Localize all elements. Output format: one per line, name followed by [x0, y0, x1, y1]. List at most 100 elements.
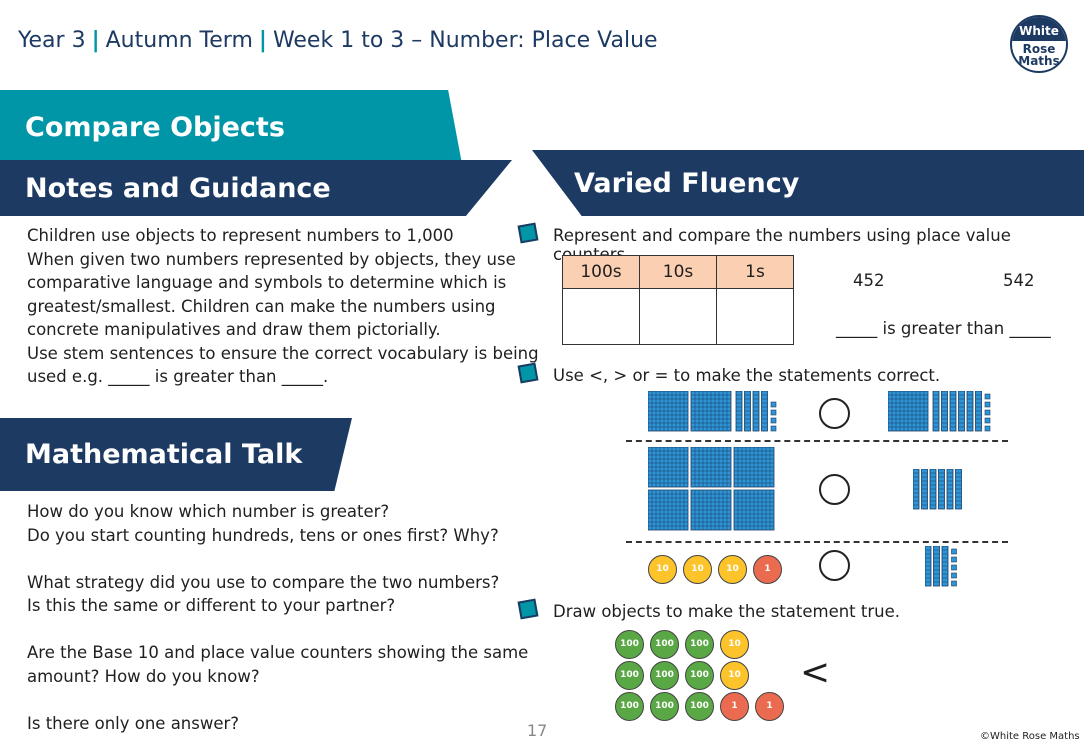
notes-heading: Notes and Guidance — [0, 160, 512, 216]
ten-rod — [955, 468, 962, 510]
column-header: 100s — [562, 255, 640, 289]
one-cube — [984, 417, 991, 424]
text-line: Children use objects to represent number… — [27, 226, 454, 245]
answer-circle[interactable] — [819, 398, 850, 429]
base10-group — [912, 468, 968, 516]
text-line — [27, 547, 528, 571]
counter-100: 100 — [650, 692, 679, 721]
counter-100: 100 — [615, 630, 644, 659]
cell[interactable] — [716, 288, 794, 345]
ten-rod — [929, 468, 937, 510]
ten-rod — [941, 390, 948, 432]
ten-rod — [949, 390, 957, 432]
base10-group — [647, 446, 783, 537]
counter-100: 100 — [650, 661, 679, 690]
one-cube — [984, 401, 991, 408]
counter-10: 10 — [683, 555, 712, 584]
ten-rod — [744, 390, 751, 432]
question-2: Use <, > or = to make the statements cor… — [553, 366, 941, 385]
counter-10: 10 — [720, 630, 749, 659]
cell[interactable] — [562, 288, 640, 345]
counter-row: 100 100 100 10 — [615, 630, 790, 661]
text-line: Is this the same or different to your pa… — [27, 596, 396, 615]
stem-sentence: _____ is greater than _____ — [836, 319, 1051, 338]
text-line: Are the Base 10 and place value counters… — [27, 643, 529, 662]
counter-1: 1 — [720, 692, 749, 721]
bullet-icon — [517, 222, 539, 244]
text-line: When given two numbers represented by ob… — [27, 249, 516, 269]
ten-rod — [932, 390, 940, 432]
counter-10: 10 — [718, 555, 747, 584]
white-rose-maths-logo: White Rose Maths — [1010, 15, 1068, 73]
talk-text: How do you know which number is greater?… — [27, 500, 528, 735]
counter-100: 100 — [685, 661, 714, 690]
divider — [626, 440, 1008, 442]
text-line: used e.g. _____ is greater than _____. — [27, 367, 329, 386]
counter-100: 100 — [685, 692, 714, 721]
week-label: Week 1 to 3 – Number: Place Value — [272, 28, 658, 53]
ten-rod — [938, 468, 945, 510]
logo-text: White — [1012, 17, 1066, 41]
hundred-flat — [690, 489, 732, 531]
text-line: What strategy did you use to compare the… — [27, 572, 500, 592]
text-line: How do you know which number is greater? — [27, 502, 390, 521]
logo-text: Maths — [1018, 54, 1060, 68]
text-line: amount? How do you know? — [27, 666, 260, 686]
page-title: Compare Objects — [0, 90, 462, 164]
base10-group — [924, 545, 963, 593]
hundred-flat — [690, 390, 732, 432]
ten-rod — [921, 468, 928, 510]
question-3: Draw objects to make the statement true. — [553, 602, 901, 621]
hundred-flat — [733, 489, 775, 531]
counter-100: 100 — [685, 630, 714, 659]
text-line: Is there only one answer? — [27, 713, 240, 733]
text-line — [27, 618, 528, 642]
answer-circle[interactable] — [819, 474, 850, 505]
counter-10: 10 — [648, 555, 677, 584]
cell[interactable] — [639, 288, 717, 345]
base10-group — [647, 390, 782, 438]
one-cube — [951, 556, 957, 563]
one-cube — [984, 393, 991, 400]
text-line: Use stem sentences to ensure the correct… — [27, 343, 539, 363]
counter-100: 100 — [615, 692, 644, 721]
counter-group: 10 10 10 1 — [648, 555, 788, 584]
answer-circle[interactable] — [819, 550, 850, 581]
one-cube — [984, 409, 991, 416]
ten-rod — [924, 545, 932, 587]
hundred-flat — [647, 489, 689, 531]
hundred-flat — [690, 446, 732, 488]
ten-rod — [975, 390, 982, 432]
ten-rod — [933, 545, 940, 587]
ten-rod — [966, 390, 974, 432]
page-number: 17 — [527, 721, 548, 740]
place-value-chart: 100s 10s 1s — [562, 255, 794, 345]
text-line: greatest/smallest. Children can make the… — [27, 296, 496, 316]
text-line: comparative language and symbols to dete… — [27, 273, 507, 292]
header-breadcrumb: Year 3 | Autumn Term | Week 1 to 3 – Number:… — [18, 28, 658, 53]
ten-rod — [912, 468, 920, 510]
counter-1: 1 — [753, 555, 782, 584]
ten-rod — [946, 468, 954, 510]
bullet-icon — [517, 362, 539, 384]
ten-rod — [752, 390, 760, 432]
separator: | — [91, 28, 100, 53]
counter-row: 100 100 100 1 1 — [615, 692, 790, 723]
hundred-flat — [647, 390, 689, 432]
one-cube — [770, 409, 777, 416]
one-cube — [951, 580, 957, 587]
number-1: 452 — [853, 271, 885, 290]
counter-10: 10 — [720, 661, 749, 690]
one-cube — [770, 425, 777, 432]
one-cube — [770, 401, 777, 408]
column-header: 10s — [639, 255, 717, 289]
hundred-flat — [647, 446, 689, 488]
varied-fluency-heading: Varied Fluency — [532, 150, 1084, 216]
column-header: 1s — [716, 255, 794, 289]
mathematical-talk-heading: Mathematical Talk — [0, 418, 352, 491]
notes-text: Children use objects to represent number… — [27, 224, 539, 389]
counter-100: 100 — [650, 630, 679, 659]
counter-row: 100 100 100 10 — [615, 661, 790, 692]
one-cube — [770, 417, 777, 424]
hundred-flat — [887, 390, 929, 432]
